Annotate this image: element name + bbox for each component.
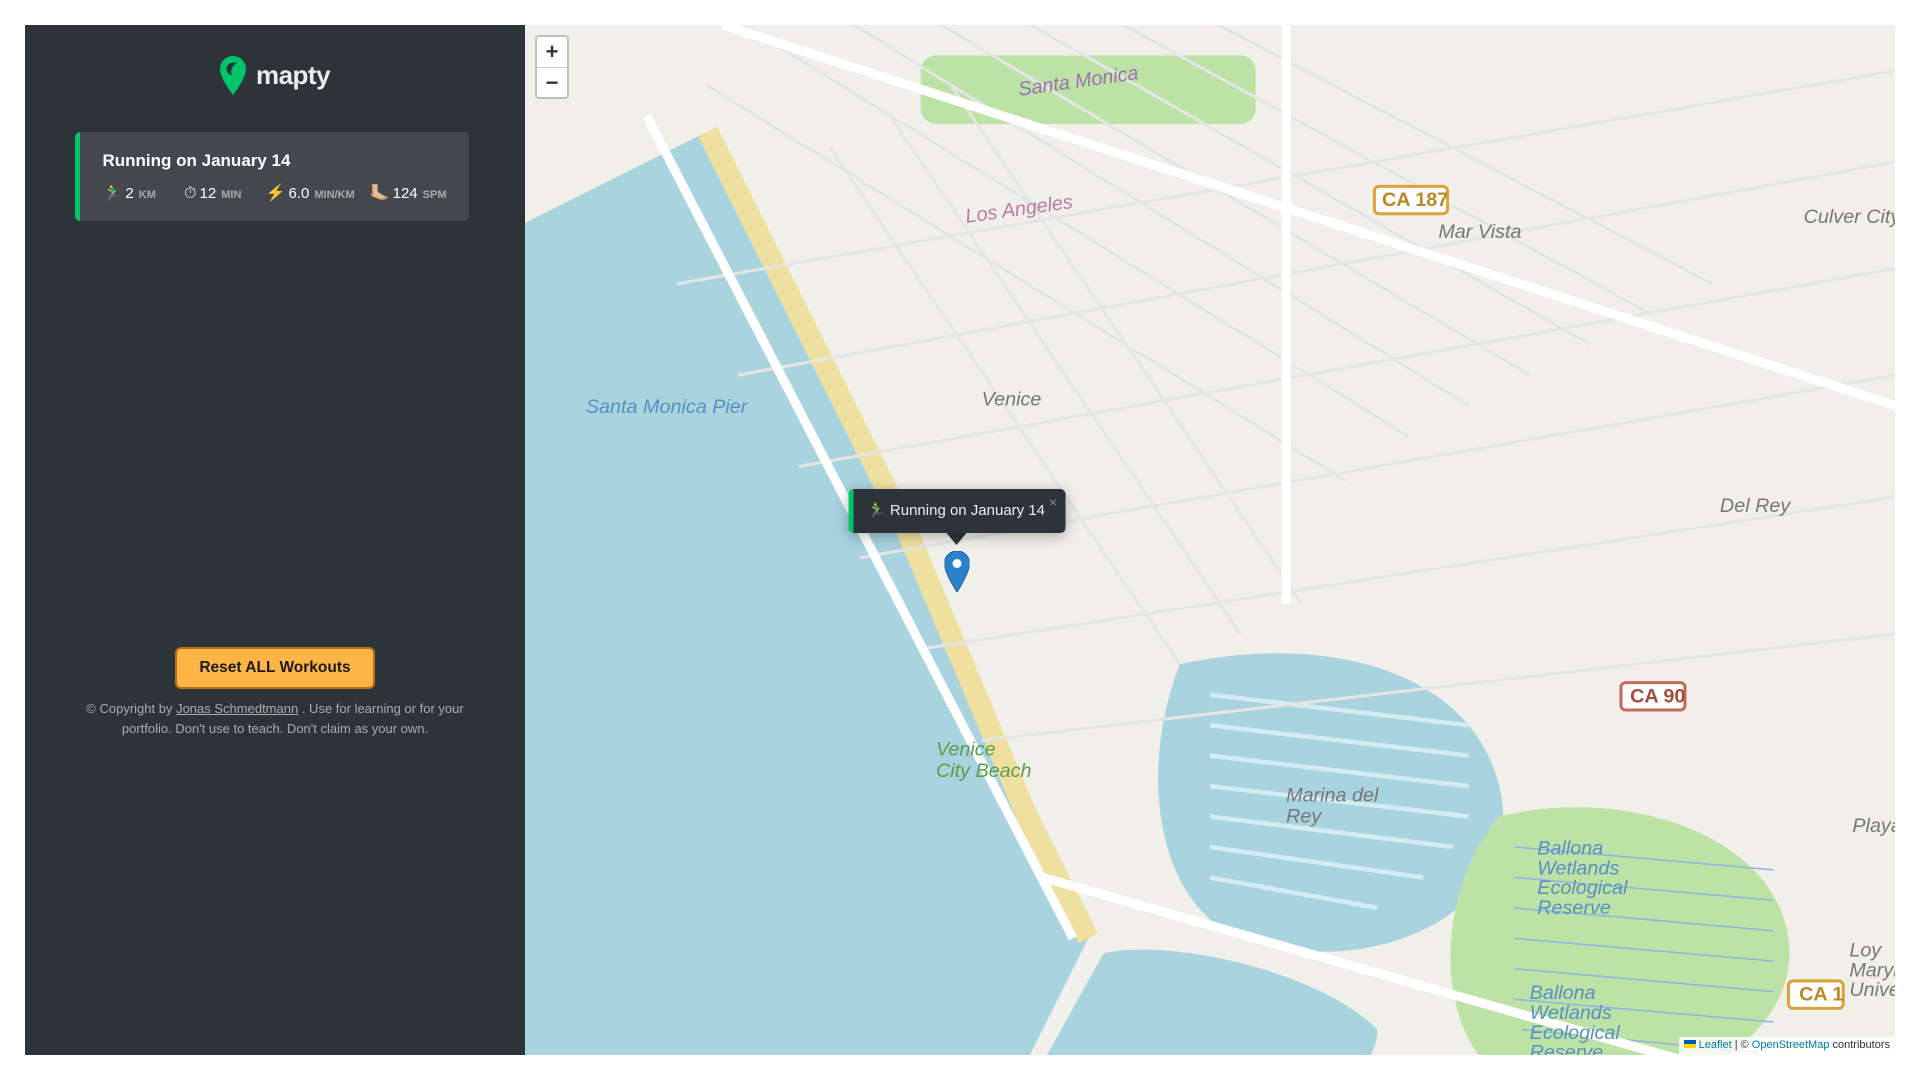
map-label-playa: Playa	[1852, 815, 1895, 837]
svg-text:CA 187: CA 187	[1382, 189, 1448, 211]
logo: mapty	[75, 55, 475, 97]
osm-link[interactable]: OpenStreetMap	[1752, 1039, 1830, 1051]
foot-icon: 🦶🏼	[370, 181, 390, 184]
shield-ca90: CA 90	[1621, 683, 1685, 710]
leaflet-link[interactable]: Leaflet	[1699, 1039, 1732, 1051]
runner-icon: 🏃‍♂️	[867, 502, 886, 519]
workout-pace-value: 6.0	[289, 182, 310, 206]
workout-distance-unit: km	[139, 187, 156, 205]
workout-pace-unit: min/km	[314, 187, 354, 205]
map[interactable]: Venice Mar Vista Del Rey Culver City San…	[525, 25, 1895, 1055]
logo-text: mapty	[256, 55, 330, 97]
workout-pace: ⚡️ 6.0 min/km	[266, 181, 355, 206]
zoom-out-button[interactable]: −	[537, 67, 567, 97]
svg-text:CA 90: CA 90	[1630, 685, 1685, 707]
workout-cadence-value: 124	[393, 182, 418, 206]
workout-cadence-unit: spm	[423, 187, 447, 205]
runner-icon: 🏃‍♂️	[103, 181, 123, 184]
marker-pin-icon[interactable]	[944, 551, 969, 592]
workout-item[interactable]: Running on January 14 🏃‍♂️ 2 km ⏱ 12 min…	[75, 132, 469, 222]
workouts-list[interactable]: Running on January 14 🏃‍♂️ 2 km ⏱ 12 min…	[75, 132, 475, 632]
author-link[interactable]: Jonas Schmedtmann	[176, 701, 298, 716]
workout-cadence: 🦶🏼 124 spm	[370, 181, 447, 206]
map-tiles: Venice Mar Vista Del Rey Culver City San…	[525, 25, 1895, 1055]
svg-text:CA 1: CA 1	[1799, 984, 1843, 1006]
copyright: © Copyright by Jonas Schmedtmann . Use f…	[75, 699, 475, 741]
ukraine-flag-icon	[1684, 1037, 1696, 1055]
copyright-prefix: © Copyright by	[86, 701, 176, 716]
attribution-tail: contributors	[1833, 1039, 1890, 1051]
workout-title: Running on January 14	[103, 147, 447, 174]
sidebar: mapty Running on January 14 🏃‍♂️ 2 km ⏱ …	[25, 25, 525, 1055]
stopwatch-icon: ⏱	[184, 181, 196, 184]
close-icon[interactable]: ×	[1049, 491, 1057, 513]
reset-all-workouts-button[interactable]: Reset ALL Workouts	[175, 647, 374, 689]
zoom-control: + −	[535, 35, 569, 99]
popup-text: Running on January 14	[890, 502, 1045, 519]
map-marker[interactable]: × 🏃‍♂️ Running on January 14	[848, 489, 1065, 592]
logo-pin-icon	[220, 56, 246, 95]
map-label-del-rey: Del Rey	[1720, 495, 1791, 517]
popup-tip-icon	[947, 533, 967, 545]
zoom-in-button[interactable]: +	[537, 37, 567, 67]
workout-distance: 🏃‍♂️ 2 km	[103, 181, 170, 206]
workout-distance-value: 2	[125, 182, 133, 206]
attribution-sep: | ©	[1735, 1039, 1752, 1051]
map-label-pier: Santa Monica Pier	[586, 396, 749, 418]
map-attribution: Leaflet | © OpenStreetMap contributors	[1679, 1037, 1895, 1055]
map-label-venice: Venice	[982, 389, 1042, 411]
workout-popup: × 🏃‍♂️ Running on January 14	[848, 489, 1065, 533]
shield-ca1: CA 1	[1788, 981, 1843, 1008]
workout-duration-value: 12	[200, 182, 217, 206]
map-label-mar-vista: Mar Vista	[1438, 221, 1521, 243]
workout-duration: ⏱ 12 min	[184, 181, 251, 206]
bolt-icon: ⚡️	[266, 181, 286, 184]
shield-ca187: CA 187	[1374, 186, 1448, 213]
workout-duration-unit: min	[221, 187, 241, 205]
map-label-culver-city: Culver City	[1804, 206, 1895, 228]
